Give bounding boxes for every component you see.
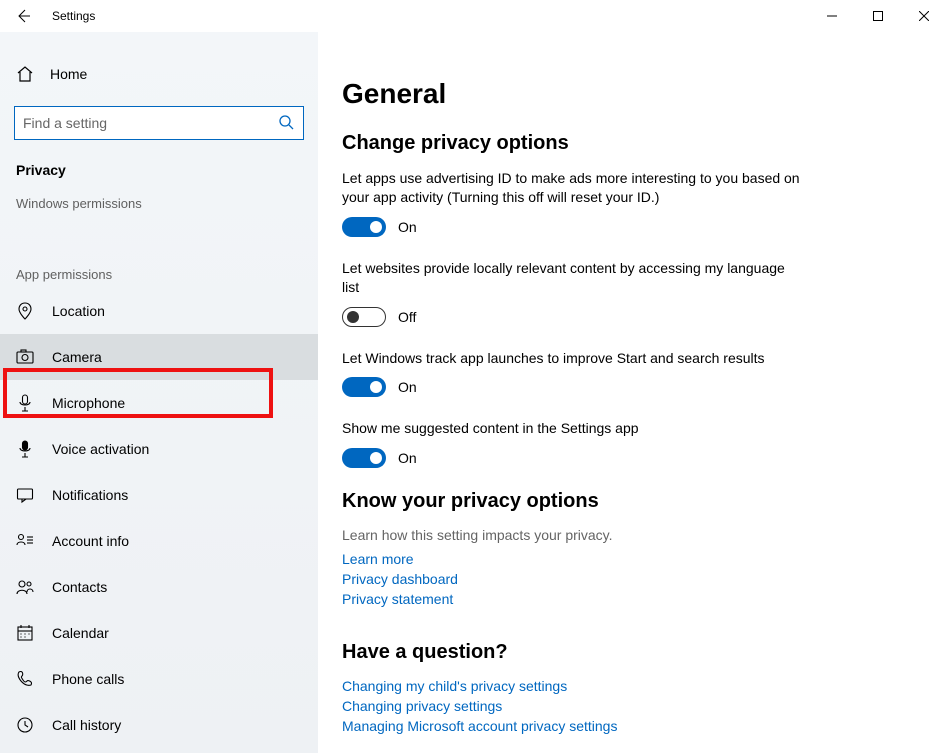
nav-microphone-label: Microphone xyxy=(52,395,125,411)
notifications-icon xyxy=(16,486,34,504)
page-title: General xyxy=(342,78,911,110)
calendar-icon xyxy=(16,624,34,642)
opt-advertising-desc: Let apps use advertising ID to make ads … xyxy=(342,169,802,207)
search-icon xyxy=(278,114,294,130)
voice-icon xyxy=(16,440,34,458)
toggle-language-list[interactable] xyxy=(342,307,386,327)
nav-call-history-label: Call history xyxy=(52,717,121,733)
camera-icon xyxy=(16,348,34,366)
nav-home-label: Home xyxy=(50,66,87,82)
nav-calendar-label: Calendar xyxy=(52,625,109,641)
nav-camera-label: Camera xyxy=(52,349,102,365)
link-learn-more[interactable]: Learn more xyxy=(342,551,911,567)
nav-calendar[interactable]: Calendar xyxy=(0,610,318,656)
link-privacy-statement[interactable]: Privacy statement xyxy=(342,591,911,607)
minimize-button[interactable] xyxy=(809,0,855,32)
window-title: Settings xyxy=(52,9,95,23)
nav-contacts[interactable]: Contacts xyxy=(0,564,318,610)
section-change-privacy: Change privacy options xyxy=(342,132,911,155)
home-icon xyxy=(16,65,34,83)
nav-account-info-label: Account info xyxy=(52,533,129,549)
nav-home[interactable]: Home xyxy=(0,52,318,96)
nav-phone-calls[interactable]: Phone calls xyxy=(0,656,318,702)
nav-contacts-label: Contacts xyxy=(52,579,107,595)
toggle-app-launches-state: On xyxy=(398,379,417,395)
toggle-suggested-state: On xyxy=(398,450,417,466)
nav-location-label: Location xyxy=(52,303,105,319)
know-privacy-sub: Learn how this setting impacts your priv… xyxy=(342,527,911,543)
nav-call-history[interactable]: Call history xyxy=(0,702,318,748)
nav-microphone[interactable]: Microphone xyxy=(0,380,318,426)
title-bar: Settings xyxy=(0,0,947,32)
microphone-icon xyxy=(16,394,34,412)
phone-icon xyxy=(16,670,34,688)
link-changing-privacy[interactable]: Changing privacy settings xyxy=(342,698,911,714)
section-know-privacy: Know your privacy options xyxy=(342,490,911,513)
sidebar: Home Privacy Windows permissions App per… xyxy=(0,32,318,753)
nav-phone-calls-label: Phone calls xyxy=(52,671,124,687)
section-privacy: Privacy xyxy=(0,140,318,184)
toggle-advertising-state: On xyxy=(398,219,417,235)
subheader-windows-permissions[interactable]: Windows permissions xyxy=(0,184,318,217)
location-icon xyxy=(16,302,34,320)
link-privacy-dashboard[interactable]: Privacy dashboard xyxy=(342,571,911,587)
opt-app-launches-desc: Let Windows track app launches to improv… xyxy=(342,349,802,368)
toggle-advertising-id[interactable] xyxy=(342,217,386,237)
link-child-privacy[interactable]: Changing my child's privacy settings xyxy=(342,678,911,694)
section-have-question: Have a question? xyxy=(342,641,911,664)
toggle-app-launches[interactable] xyxy=(342,377,386,397)
search-input[interactable] xyxy=(14,106,304,140)
nav-voice-activation[interactable]: Voice activation xyxy=(0,426,318,472)
nav-notifications[interactable]: Notifications xyxy=(0,472,318,518)
close-button[interactable] xyxy=(901,0,947,32)
opt-language-desc: Let websites provide locally relevant co… xyxy=(342,259,802,297)
link-ms-account-privacy[interactable]: Managing Microsoft account privacy setti… xyxy=(342,718,911,734)
nav-account-info[interactable]: Account info xyxy=(0,518,318,564)
contacts-icon xyxy=(16,578,34,596)
toggle-language-state: Off xyxy=(398,309,416,325)
call-history-icon xyxy=(16,716,34,734)
nav-voice-label: Voice activation xyxy=(52,441,149,457)
content-pane: General Change privacy options Let apps … xyxy=(318,32,947,753)
back-button[interactable] xyxy=(14,7,32,25)
nav-camera[interactable]: Camera xyxy=(0,334,318,380)
maximize-button[interactable] xyxy=(855,0,901,32)
account-info-icon xyxy=(16,532,34,550)
opt-suggested-desc: Show me suggested content in the Setting… xyxy=(342,419,802,438)
subheader-app-permissions: App permissions xyxy=(0,255,318,288)
nav-notifications-label: Notifications xyxy=(52,487,128,503)
toggle-suggested-content[interactable] xyxy=(342,448,386,468)
nav-location[interactable]: Location xyxy=(0,288,318,334)
